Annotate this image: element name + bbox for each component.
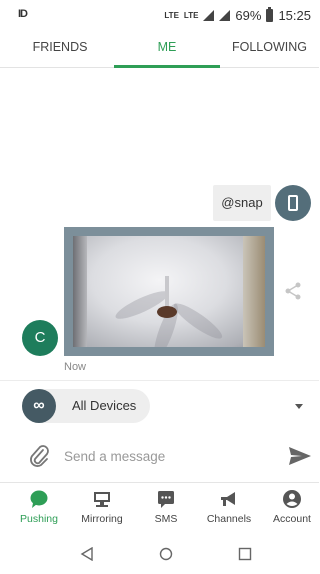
account-icon [262, 489, 320, 509]
sms-icon [136, 489, 196, 509]
sent-message-bubble[interactable]: @snap [213, 185, 271, 221]
signal-icon-2 [219, 10, 231, 21]
clock: 15:25 [278, 8, 311, 23]
nav-label: Account [273, 513, 311, 525]
infinity-icon: ∞ [22, 389, 56, 423]
battery-percent: 69% [235, 8, 262, 23]
back-icon[interactable] [80, 547, 94, 561]
send-icon[interactable] [288, 445, 312, 467]
status-bar: ID LTE LTE 69% 15:25 [0, 0, 319, 30]
nav-sms[interactable]: SMS [136, 489, 196, 525]
image-message[interactable] [64, 227, 274, 356]
recents-icon[interactable] [238, 547, 252, 561]
fan-rod [165, 276, 169, 308]
nav-label: Pushing [20, 513, 58, 525]
tab-friends[interactable]: FRIENDS [0, 30, 120, 68]
device-label: All Devices [72, 398, 137, 413]
paperclip-icon[interactable] [28, 444, 50, 468]
chat-bubble-icon [9, 489, 69, 509]
active-tab-indicator [114, 65, 220, 68]
chevron-down-icon[interactable] [295, 404, 303, 409]
nav-mirroring[interactable]: Mirroring [72, 489, 132, 525]
tab-label: FRIENDS [32, 40, 88, 54]
message-input[interactable] [64, 442, 264, 470]
nav-channels[interactable]: Channels [199, 489, 259, 525]
sender-avatar[interactable]: C [22, 320, 58, 356]
nav-label: SMS [154, 513, 178, 525]
status-left-icon: ID [18, 8, 28, 20]
computer-icon [72, 489, 132, 509]
network-type-1: LTE [164, 10, 179, 20]
tab-me[interactable]: ME [114, 30, 220, 68]
fan-hub [157, 306, 177, 318]
top-tabs: FRIENDS ME FOLLOWING [0, 30, 319, 68]
tab-label: FOLLOWING [231, 40, 307, 54]
status-right: LTE LTE 69% 15:25 [164, 7, 311, 23]
photo-wall-right [243, 236, 265, 347]
photo-wall-left [73, 236, 87, 347]
battery-icon [266, 7, 274, 22]
device-selector[interactable]: ∞ All Devices [22, 389, 150, 423]
chat-thread[interactable]: @snap C Now [0, 69, 319, 379]
nav-pushing[interactable]: Pushing [9, 489, 69, 525]
nav-label: Mirroring [81, 513, 123, 525]
network-type-2: LTE [183, 10, 199, 20]
ceiling-fan-photo [73, 236, 265, 347]
share-icon[interactable] [283, 281, 303, 301]
message-timestamp: Now [64, 361, 87, 373]
system-navigation-bar [0, 535, 319, 574]
tab-label: ME [157, 40, 177, 54]
home-icon[interactable] [159, 547, 173, 561]
bottom-navigation: Pushing Mirroring SMS Channels Account [0, 482, 319, 534]
device-selector-row: ∞ All Devices [0, 380, 319, 430]
phone-device-avatar [275, 185, 311, 221]
tab-following[interactable]: FOLLOWING [220, 30, 319, 68]
megaphone-icon [199, 489, 259, 509]
signal-icon [203, 10, 215, 21]
nav-label: Channels [206, 513, 252, 525]
fan-blade [170, 298, 226, 344]
compose-bar [0, 432, 319, 480]
nav-account[interactable]: Account [262, 489, 320, 525]
phone-icon [288, 195, 298, 211]
